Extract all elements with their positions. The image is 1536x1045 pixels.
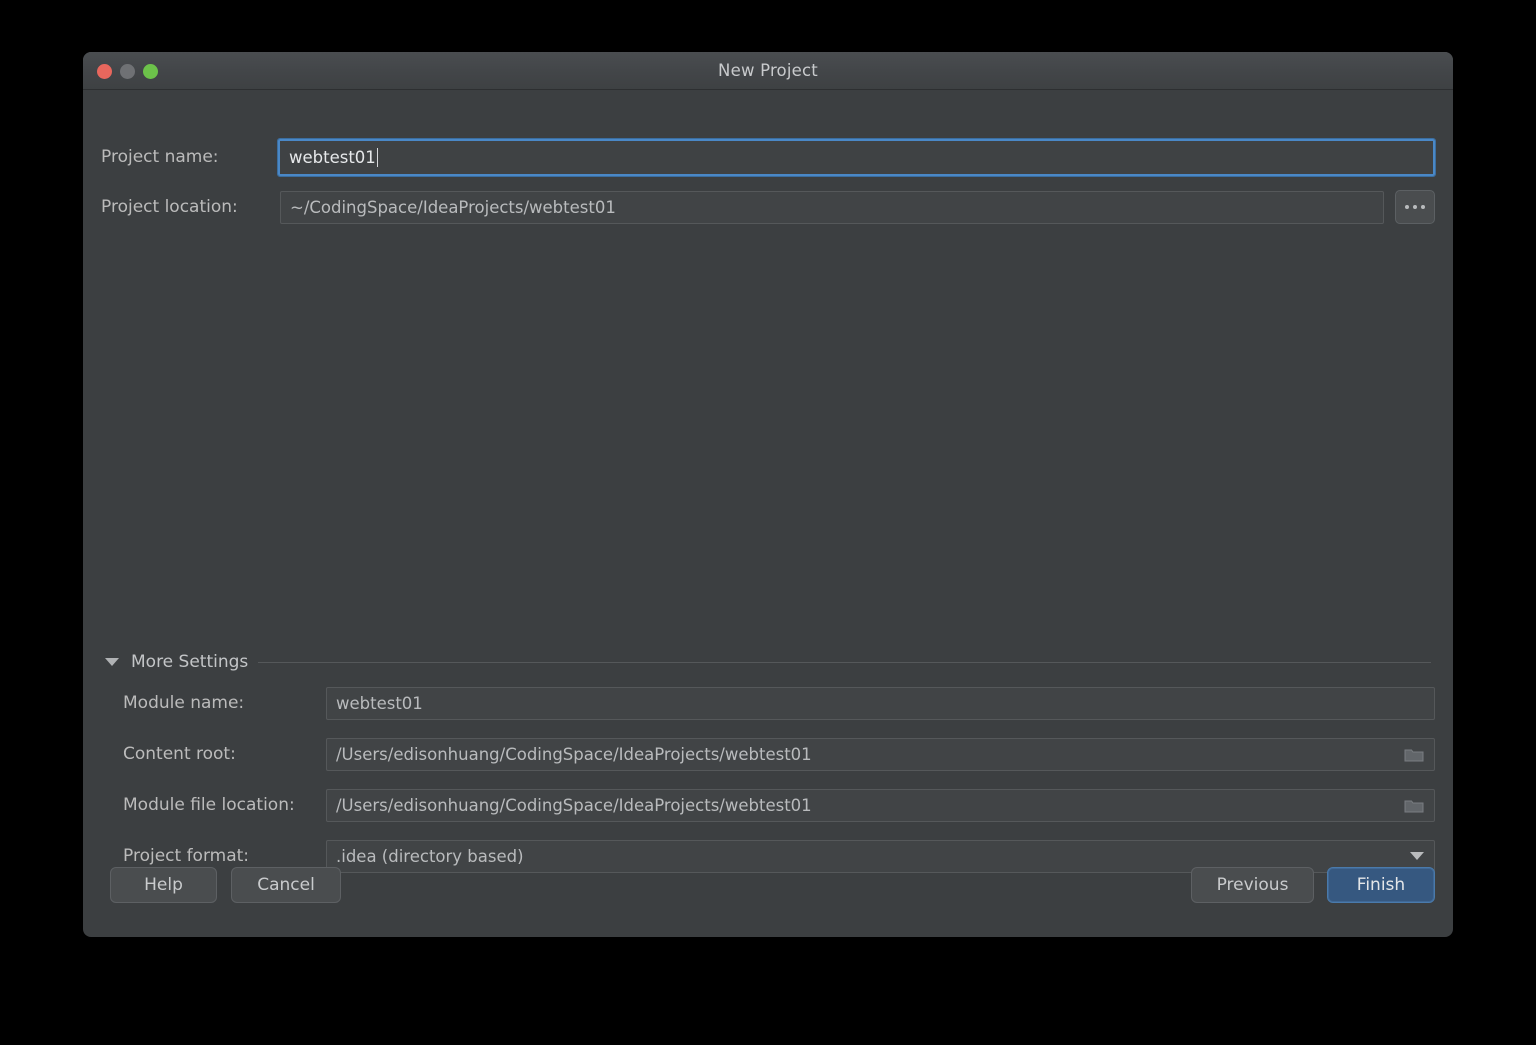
chevron-down-icon[interactable] <box>105 658 119 666</box>
module-file-location-value: /Users/edisonhuang/CodingSpace/IdeaProje… <box>336 795 812 815</box>
more-settings-section-header[interactable]: More Settings <box>105 652 1431 672</box>
module-name-input[interactable]: webtest01 <box>326 686 1435 720</box>
new-project-dialog: New Project Project name: webtest01 Proj… <box>83 52 1453 937</box>
content-root-browse-button[interactable] <box>1395 740 1433 770</box>
text-caret <box>376 147 379 167</box>
project-location-browse-button[interactable] <box>1395 190 1435 224</box>
project-location-value: ~/CodingSpace/IdeaProjects/webtest01 <box>290 197 616 217</box>
finish-button[interactable]: Finish <box>1327 867 1435 903</box>
module-name-value: webtest01 <box>336 693 423 713</box>
section-divider <box>258 661 1431 663</box>
title-bar: New Project <box>83 52 1453 90</box>
content-root-value: /Users/edisonhuang/CodingSpace/IdeaProje… <box>336 744 812 764</box>
module-name-row: Module name: webtest01 <box>123 686 1435 720</box>
module-name-label: Module name: <box>123 693 245 713</box>
window-title: New Project <box>718 61 818 80</box>
module-file-location-browse-button[interactable] <box>1395 791 1433 821</box>
help-button[interactable]: Help <box>110 867 217 903</box>
minimize-window-button[interactable] <box>120 63 135 79</box>
project-name-value: webtest01 <box>289 147 376 167</box>
project-location-input[interactable]: ~/CodingSpace/IdeaProjects/webtest01 <box>280 190 1384 224</box>
project-name-row: Project name: webtest01 <box>101 137 1436 177</box>
project-location-row: Project location: ~/CodingSpace/IdeaProj… <box>101 190 1435 224</box>
dialog-footer: Help Cancel Previous Finish <box>83 859 1453 937</box>
ellipsis-icon <box>1421 205 1425 209</box>
module-file-location-row: Module file location: /Users/edisonhuang… <box>123 788 1435 822</box>
project-name-label: Project name: <box>101 147 219 167</box>
dialog-body: Project name: webtest01 Project location… <box>83 90 1453 937</box>
ellipsis-icon <box>1413 205 1417 209</box>
previous-button[interactable]: Previous <box>1191 867 1314 903</box>
close-window-button[interactable] <box>97 63 112 79</box>
folder-icon <box>1404 749 1424 762</box>
content-root-label: Content root: <box>123 744 236 764</box>
content-root-input[interactable]: /Users/edisonhuang/CodingSpace/IdeaProje… <box>326 737 1435 771</box>
window-controls <box>97 52 158 90</box>
module-file-location-label: Module file location: <box>123 795 295 815</box>
cancel-button[interactable]: Cancel <box>231 867 341 903</box>
ellipsis-icon <box>1405 205 1409 209</box>
project-name-input[interactable]: webtest01 <box>277 137 1436 177</box>
module-file-location-input[interactable]: /Users/edisonhuang/CodingSpace/IdeaProje… <box>326 788 1435 822</box>
more-settings-label: More Settings <box>131 652 249 672</box>
project-location-label: Project location: <box>101 197 238 217</box>
content-root-row: Content root: /Users/edisonhuang/CodingS… <box>123 737 1435 771</box>
folder-icon <box>1404 800 1424 813</box>
maximize-window-button[interactable] <box>143 63 158 79</box>
